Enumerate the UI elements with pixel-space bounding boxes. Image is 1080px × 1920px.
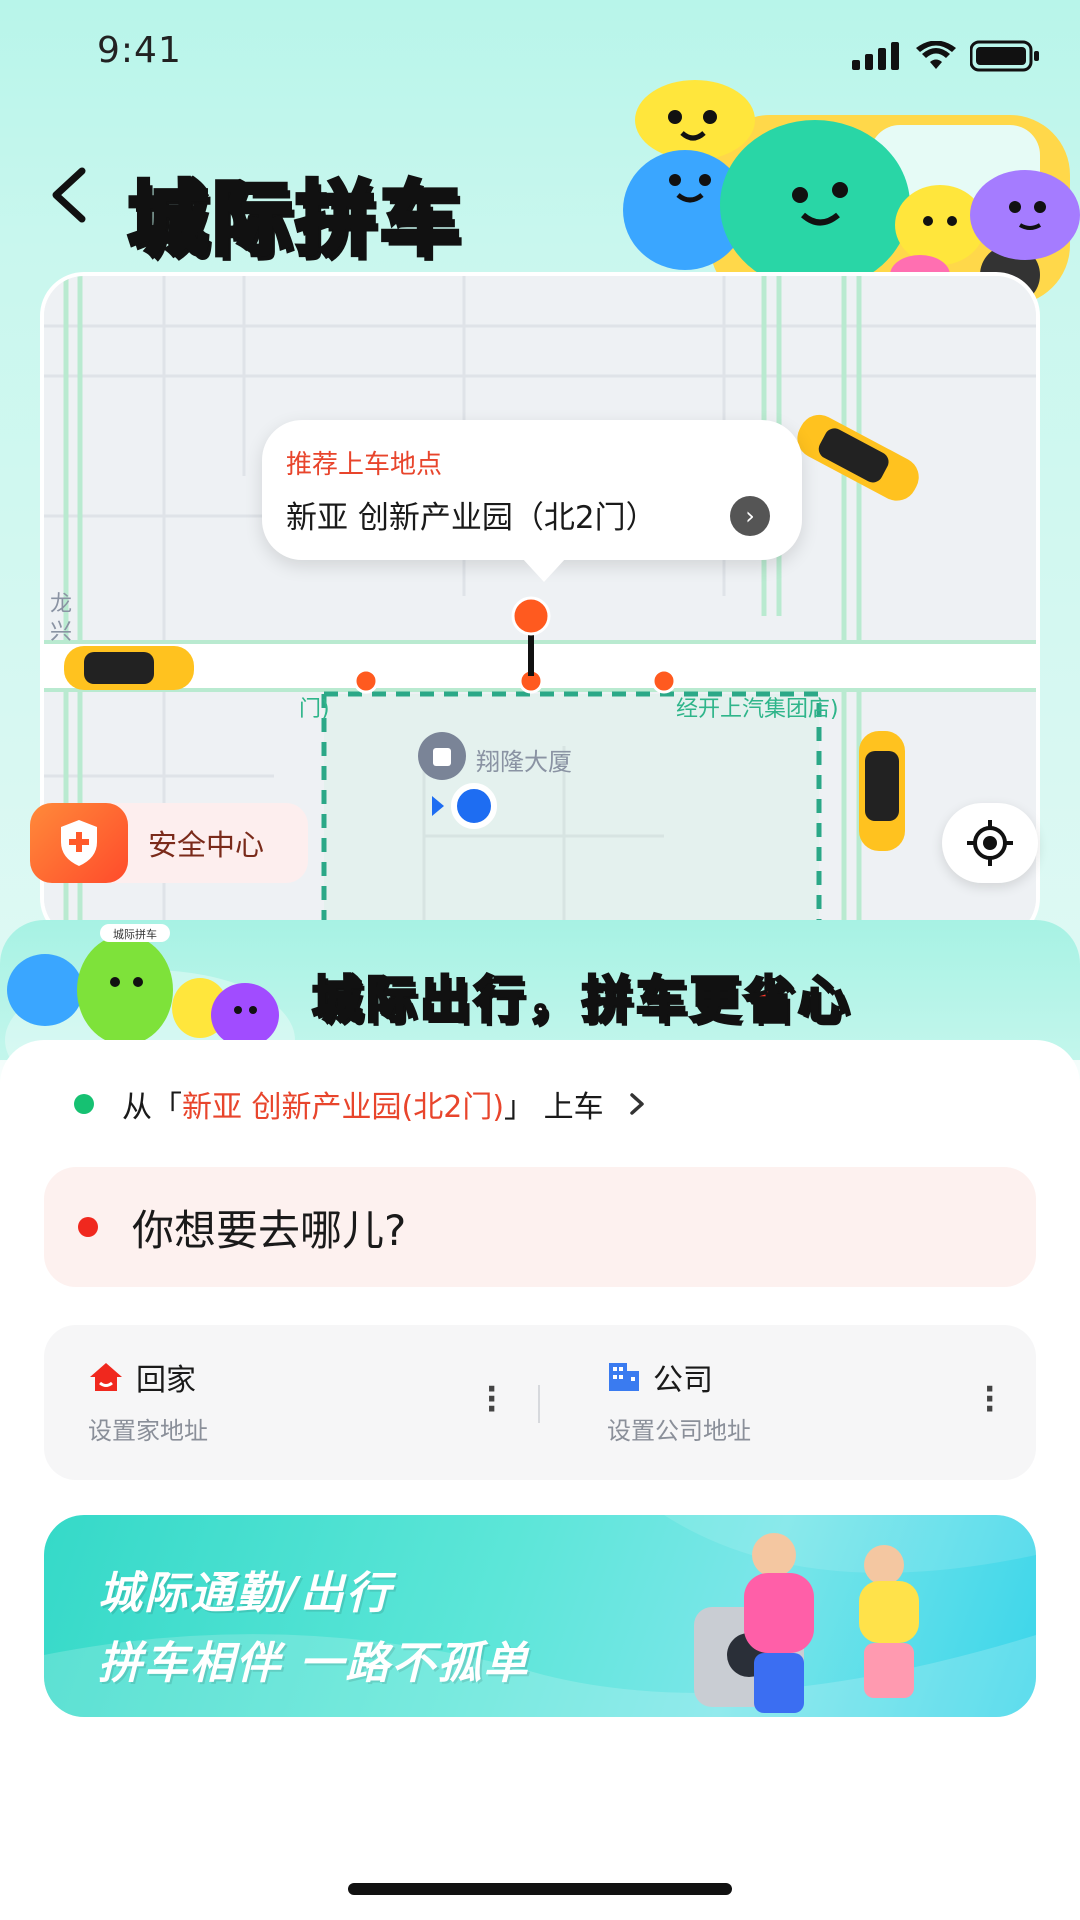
road-label: 门)	[299, 697, 330, 722]
pickup-bubble[interactable]: 推荐上车地点 新亚 创新产业园（北2门） ›	[262, 420, 802, 582]
taxi-icon	[64, 646, 194, 690]
home-sub: 设置家地址	[88, 1417, 208, 1445]
destination-dot	[78, 1217, 98, 1237]
mascot-sign: 城际拼车	[113, 927, 157, 941]
building-icon	[609, 1363, 639, 1391]
mascot-group-illustration: 城际拼车	[5, 924, 295, 1060]
work-sub: 设置公司地址	[607, 1417, 751, 1445]
battery-icon	[970, 40, 1039, 72]
safety-center-label: 安全中心	[148, 828, 265, 862]
back-icon[interactable]	[44, 165, 94, 225]
pickup-place: 新亚 创新产业园(北2门)	[182, 1090, 505, 1125]
work-label: 公司	[653, 1363, 713, 1398]
mascot-illustration	[623, 80, 1080, 305]
page-title: 城际拼车	[126, 171, 464, 269]
home-icon	[90, 1363, 122, 1391]
pickup-text: 从「新亚 创新产业园(北2门)」 上车	[122, 1082, 604, 1126]
divider	[538, 1385, 540, 1423]
pickup-bubble-label: 推荐上车地点	[286, 450, 443, 480]
locate-button[interactable]	[942, 803, 1038, 883]
more-icon[interactable]: · · ·	[486, 1375, 497, 1425]
status-time: 9:41	[97, 30, 182, 71]
home-label: 回家	[136, 1363, 196, 1398]
slogan-text: 城际出行，拼车	[311, 970, 690, 1031]
poi-label: 翔隆大厦	[476, 748, 572, 776]
road-label: 龙兴	[50, 592, 73, 645]
shield-icon	[30, 803, 128, 883]
locate-icon	[967, 820, 1013, 866]
chevron-right-icon	[629, 1093, 644, 1115]
safety-center-button[interactable]: 安全中心	[30, 803, 308, 883]
pickup-bubble-place: 新亚 创新产业园（北2门）	[286, 500, 657, 536]
home-indicator[interactable]	[348, 1883, 732, 1895]
promo-line-1: 城际通勤/出行	[98, 1568, 393, 1619]
promo-banner[interactable]: 城际通勤/出行 拼车相伴 一路不孤单	[44, 1515, 1036, 1717]
slogan-accent-text: 更省心	[689, 970, 852, 1031]
pickup-row[interactable]: 从「新亚 创新产业园(北2门)」 上车	[74, 1082, 648, 1126]
pickup-dot	[74, 1094, 94, 1114]
slogan: 城际出行，拼车更省心	[311, 960, 852, 1032]
wifi-icon	[916, 41, 956, 69]
destination-input[interactable]: 你想要去哪儿?	[44, 1167, 1036, 1287]
status-icons	[852, 40, 1040, 72]
destination-placeholder: 你想要去哪儿?	[132, 1205, 407, 1255]
home-shortcut[interactable]: 回家 设置家地址	[88, 1355, 208, 1446]
pickup-prefix: 从「	[122, 1090, 182, 1125]
promo-line-2: 拼车相伴 一路不孤单	[98, 1638, 530, 1689]
address-shortcuts: 回家 设置家地址 · · · 公司 设置公司地址 · · ·	[44, 1325, 1036, 1480]
road-label: 经开上汽集团店)	[676, 697, 839, 722]
chevron-right-icon[interactable]: ›	[730, 496, 770, 536]
more-icon[interactable]: · · ·	[984, 1375, 995, 1425]
pickup-suffix: 」 上车	[504, 1090, 604, 1125]
signal-icon	[852, 42, 899, 70]
work-shortcut[interactable]: 公司 设置公司地址	[607, 1355, 751, 1446]
